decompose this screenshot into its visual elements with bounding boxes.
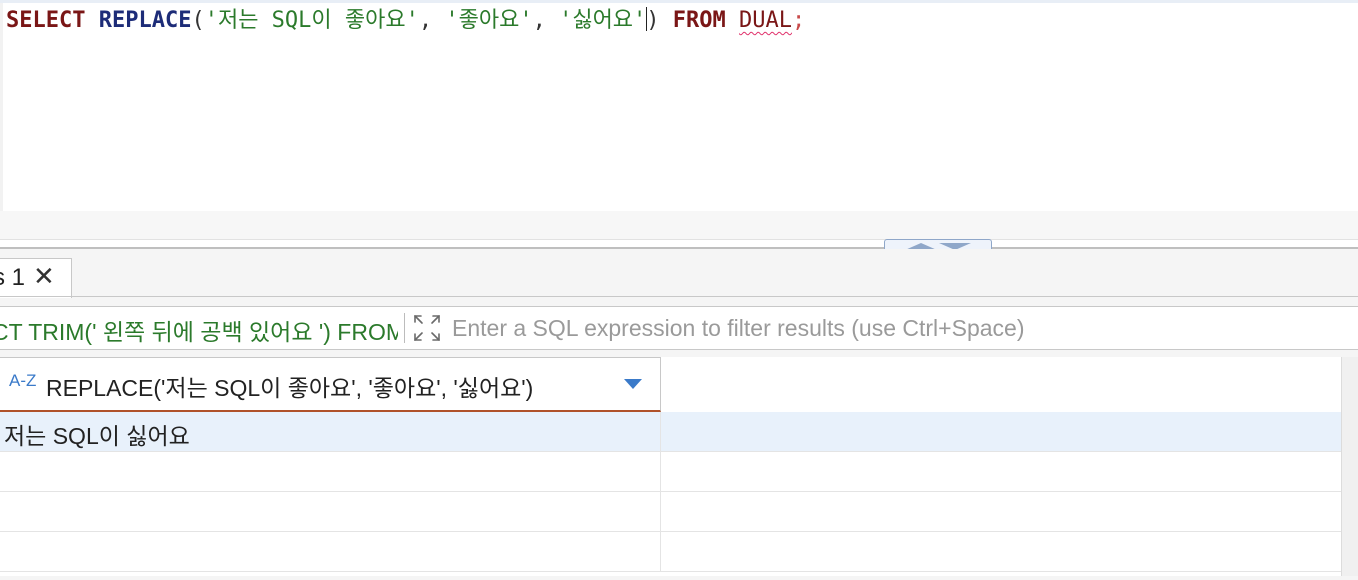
filter-bar: CT TRIM(' 왼쪽 뒤에 공백 있어요 ') FROM DUAL — [0, 306, 1358, 350]
expand-icon[interactable] — [412, 313, 442, 343]
sql-editor[interactable]: SELECT REPLACE('저는 SQL이 좋아요', '좋아요', '싫어… — [0, 0, 1358, 214]
results-grid: A-Z REPLACE('저는 SQL이 좋아요', '좋아요', '싫어요')… — [0, 357, 1341, 576]
sql-editor-window: SELECT REPLACE('저는 SQL이 좋아요', '좋아요', '싫어… — [0, 0, 1358, 580]
sql-semicolon: ; — [792, 8, 806, 33]
table-cell[interactable] — [0, 532, 661, 571]
sql-keyword: SELECT — [6, 8, 86, 33]
executed-query-text: CT TRIM(' 왼쪽 뒤에 공백 있어요 ') FROM DUAL — [0, 319, 398, 345]
editor-footer-area — [0, 211, 1358, 240]
code-line[interactable]: SELECT REPLACE('저는 SQL이 좋아요', '좋아요', '싫어… — [6, 6, 805, 36]
table-cell[interactable] — [0, 492, 661, 531]
sql-string: '싫어요' — [559, 8, 647, 33]
close-icon[interactable]: ✕ — [33, 262, 55, 292]
sql-identifier: DUAL — [739, 8, 793, 33]
vertical-scrollbar[interactable] — [1341, 357, 1358, 576]
editor-gutter — [0, 3, 3, 214]
result-tab[interactable]: s 1 ✕ — [0, 258, 72, 298]
sql-punctuation: ) — [646, 8, 673, 33]
sql-punctuation — [85, 8, 98, 33]
table-row[interactable] — [0, 452, 1341, 492]
sql-punctuation: ( — [191, 8, 205, 33]
result-tab-label: s 1 — [0, 264, 26, 291]
table-cell[interactable] — [0, 452, 661, 491]
sql-keyword: FROM — [672, 8, 726, 33]
text-type-icon: A-Z — [9, 371, 37, 390]
sql-punctuation — [726, 8, 739, 33]
sql-punctuation: , — [532, 8, 560, 33]
sql-punctuation: , — [418, 8, 446, 33]
sql-function: REPLACE — [98, 8, 192, 33]
sql-string: '좋아요' — [445, 8, 533, 33]
column-title: REPLACE('저는 SQL이 좋아요', '좋아요', '싫어요') — [46, 375, 534, 401]
table-row[interactable] — [0, 492, 1341, 532]
table-row[interactable]: 저는 SQL이 싫어요 — [0, 412, 1341, 452]
filter-divider — [404, 313, 405, 343]
sort-dropdown-icon[interactable] — [624, 379, 642, 389]
filter-input[interactable] — [452, 311, 1332, 345]
table-cell[interactable]: 저는 SQL이 싫어요 — [0, 412, 661, 451]
cell-value: 저는 SQL이 싫어요 — [4, 423, 190, 449]
table-row[interactable] — [0, 532, 1341, 572]
tab-strip-border — [0, 296, 1358, 297]
sql-string: '저는 SQL이 좋아요' — [204, 8, 419, 33]
column-header[interactable]: A-Z REPLACE('저는 SQL이 좋아요', '좋아요', '싫어요') — [0, 357, 661, 412]
